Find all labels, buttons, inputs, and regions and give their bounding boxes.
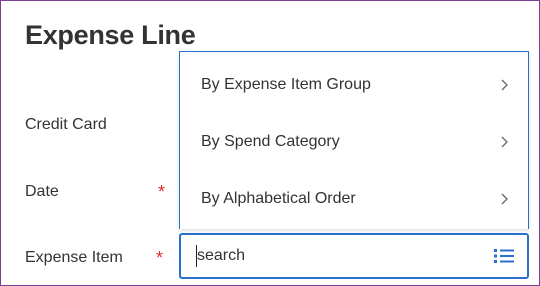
- expense-line-panel: Expense Line Credit Card Date * Expense …: [0, 0, 540, 286]
- list-icon[interactable]: [493, 246, 515, 266]
- page-title: Expense Line: [25, 20, 196, 50]
- expense-item-prompt-menu: By Expense Item Group By Spend Category …: [179, 51, 529, 229]
- menu-item-label: By Alphabetical Order: [201, 190, 356, 207]
- expense-item-required-marker: *: [156, 248, 164, 268]
- expense-item-search-box[interactable]: [179, 233, 529, 279]
- menu-item-label: By Spend Category: [201, 133, 340, 150]
- chevron-right-icon: [501, 79, 508, 91]
- date-label: Date: [25, 183, 59, 200]
- date-required-marker: *: [158, 182, 166, 202]
- expense-item-search-input[interactable]: [197, 245, 477, 267]
- menu-item-by-alphabetical-order[interactable]: By Alphabetical Order: [180, 172, 528, 226]
- chevron-right-icon: [501, 193, 508, 205]
- chevron-right-icon: [501, 136, 508, 148]
- menu-item-by-expense-item-group[interactable]: By Expense Item Group: [180, 58, 528, 112]
- menu-item-label: By Expense Item Group: [201, 76, 371, 93]
- menu-item-by-spend-category[interactable]: By Spend Category: [180, 115, 528, 169]
- expense-item-label: Expense Item: [25, 249, 123, 266]
- credit-card-label: Credit Card: [25, 116, 107, 133]
